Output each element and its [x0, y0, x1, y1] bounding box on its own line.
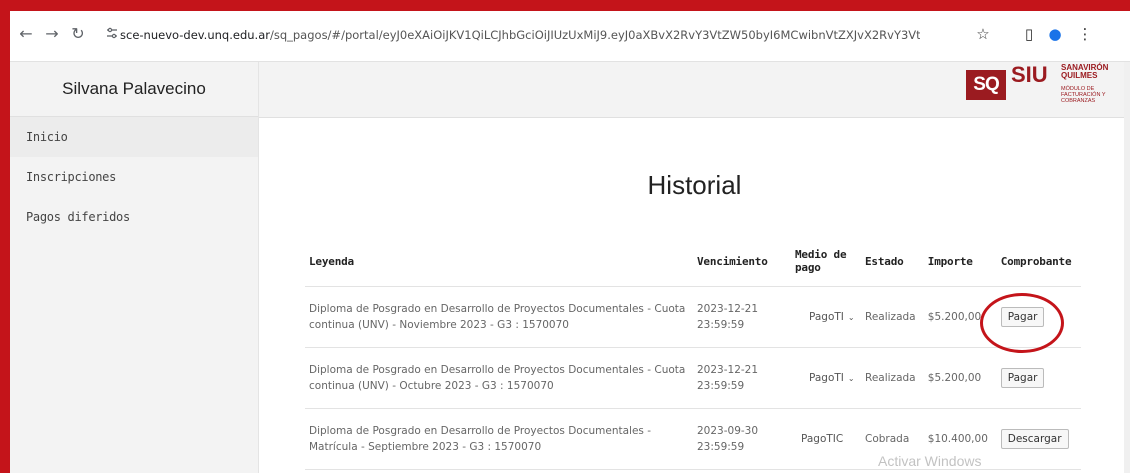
side-panel-icon[interactable]: ▯ [1020, 25, 1038, 43]
sidebar-item-inscripciones[interactable]: Inscripciones [10, 157, 258, 197]
forward-icon[interactable]: → [42, 24, 62, 44]
logo-subtitle: SANAVIRÓN QUILMES [1061, 63, 1109, 80]
descargar-button[interactable]: Descargar [1000, 429, 1069, 449]
col-comprobante: Comprobante [996, 236, 1081, 287]
medio-pago-text: PagoTIC [801, 433, 844, 445]
scrollbar[interactable] [1124, 62, 1130, 473]
col-leyenda: Leyenda [305, 236, 693, 287]
row-comprobante: Pagar [996, 286, 1081, 348]
table-row: Diploma de Posgrado en Desarrollo de Pro… [305, 286, 1081, 348]
row-vencimiento: 2023-12-21 23:59:59 [693, 347, 791, 409]
table-row: Diploma de Posgrado en Desarrollo de Pro… [305, 347, 1081, 409]
windows-watermark: Activar Windows [878, 453, 982, 469]
row-estado: Realizada [861, 286, 924, 348]
col-medio-pago: Medio de pago [791, 236, 861, 287]
back-icon[interactable]: ← [16, 24, 36, 44]
row-medio-pago[interactable]: PagoTI ⌄ [791, 347, 861, 409]
pagar-button[interactable]: Pagar [1000, 368, 1045, 388]
row-leyenda: Diploma de Posgrado en Desarrollo de Pro… [305, 347, 693, 409]
address-bar[interactable]: sce-nuevo-dev.unq.edu.ar/sq_pagos/#/port… [120, 23, 920, 47]
col-estado: Estado [861, 236, 924, 287]
row-importe: $5.200,00 [923, 347, 997, 409]
reload-icon[interactable]: ↻ [68, 24, 88, 44]
site-settings-icon[interactable] [106, 27, 118, 39]
sidebar-item-pagos-diferidos[interactable]: Pagos diferidos [10, 197, 258, 237]
main-content: Historial Leyenda Vencimiento Medio de p… [259, 118, 1130, 473]
logo-name: SIU [1011, 62, 1048, 87]
user-name: Silvana Palavecino [10, 62, 258, 117]
row-vencimiento: 2023-09-30 23:59:59 [693, 408, 791, 470]
row-medio-pago: PagoTIC [791, 408, 861, 470]
siu-logo: SQ SIU SANAVIRÓN QUILMES MÓDULO DE FACTUR… [966, 56, 1109, 108]
sidebar-item-inicio[interactable]: Inicio [10, 117, 258, 157]
row-leyenda: Diploma de Posgrado en Desarrollo de Pro… [305, 408, 693, 470]
row-comprobante: Descargar [996, 408, 1081, 470]
browser-toolbar: ← → ↻ sce-nuevo-dev.unq.edu.ar/sq_pagos/… [10, 11, 1130, 62]
row-medio-pago[interactable]: PagoTI ⌄ [791, 286, 861, 348]
page-title: Historial [647, 170, 742, 200]
pagar-button[interactable]: Pagar [1000, 307, 1045, 327]
browser-window: ← → ↻ sce-nuevo-dev.unq.edu.ar/sq_pagos/… [10, 11, 1130, 473]
col-importe: Importe [923, 236, 997, 287]
historial-table: Leyenda Vencimiento Medio de pago Estado… [305, 236, 1081, 470]
bookmark-star-icon[interactable]: ☆ [974, 25, 992, 43]
profile-icon[interactable]: ● [1046, 25, 1064, 43]
table-header-row: Leyenda Vencimiento Medio de pago Estado… [305, 236, 1081, 287]
chevron-down-icon: ⌄ [847, 373, 855, 383]
url-path: /sq_pagos/#/portal/eyJ0eXAiOiJKV1QiLCJhb… [269, 28, 920, 42]
medio-pago-select[interactable]: PagoTI ⌄ [795, 372, 855, 384]
col-vencimiento: Vencimiento [693, 236, 791, 287]
logo-module: MÓDULO DE FACTURACIÓN Y COBRANZAS [1061, 86, 1106, 104]
row-importe: $5.200,00 [923, 286, 997, 348]
row-comprobante: Pagar [996, 347, 1081, 409]
row-estado: Realizada [861, 347, 924, 409]
medio-pago-select[interactable]: PagoTI ⌄ [795, 311, 855, 323]
row-leyenda: Diploma de Posgrado en Desarrollo de Pro… [305, 286, 693, 348]
main-header: SQ SIU SANAVIRÓN QUILMES MÓDULO DE FACTUR… [259, 62, 1130, 118]
logo-mark: SQ [966, 70, 1006, 100]
sidebar: Silvana Palavecino Inicio Inscripciones … [10, 62, 259, 473]
chevron-down-icon: ⌄ [847, 312, 855, 322]
row-vencimiento: 2023-12-21 23:59:59 [693, 286, 791, 348]
more-menu-icon[interactable]: ⋮ [1076, 25, 1094, 43]
url-host: sce-nuevo-dev.unq.edu.ar [120, 28, 270, 42]
